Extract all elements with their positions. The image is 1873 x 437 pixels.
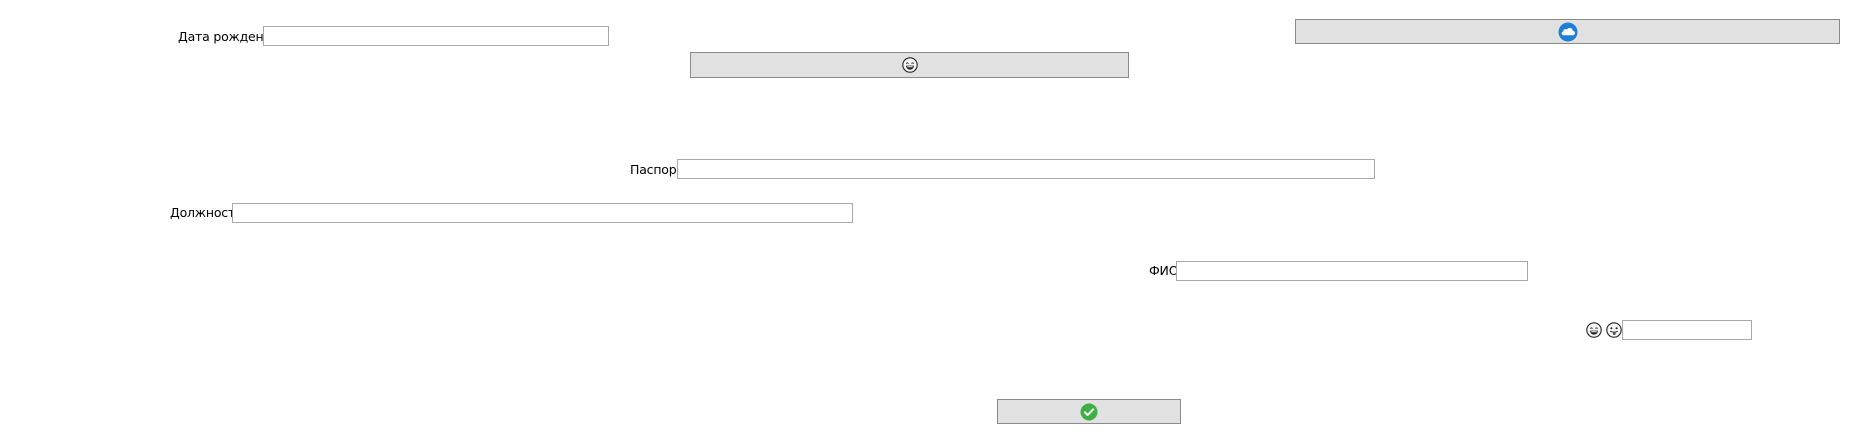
emoji-input-field[interactable]: [1622, 320, 1752, 340]
full-name-field[interactable]: [1176, 261, 1528, 281]
position-field[interactable]: [232, 203, 853, 223]
confirm-button[interactable]: [997, 399, 1181, 424]
passport-field[interactable]: [677, 159, 1375, 179]
tongue-face-icon: [1606, 322, 1622, 338]
cloud-button[interactable]: [1295, 19, 1840, 44]
laughing-face-icon: [1586, 322, 1602, 338]
blue-cloud-icon: [1558, 22, 1578, 42]
laugh-button[interactable]: [690, 52, 1129, 78]
full-name-label: ФИО: [1149, 263, 1179, 278]
passport-label: Паспорт: [630, 162, 684, 177]
green-checkmark-icon: [1080, 403, 1098, 421]
laughing-face-icon: [901, 57, 918, 73]
birth-date-field[interactable]: [263, 26, 609, 46]
